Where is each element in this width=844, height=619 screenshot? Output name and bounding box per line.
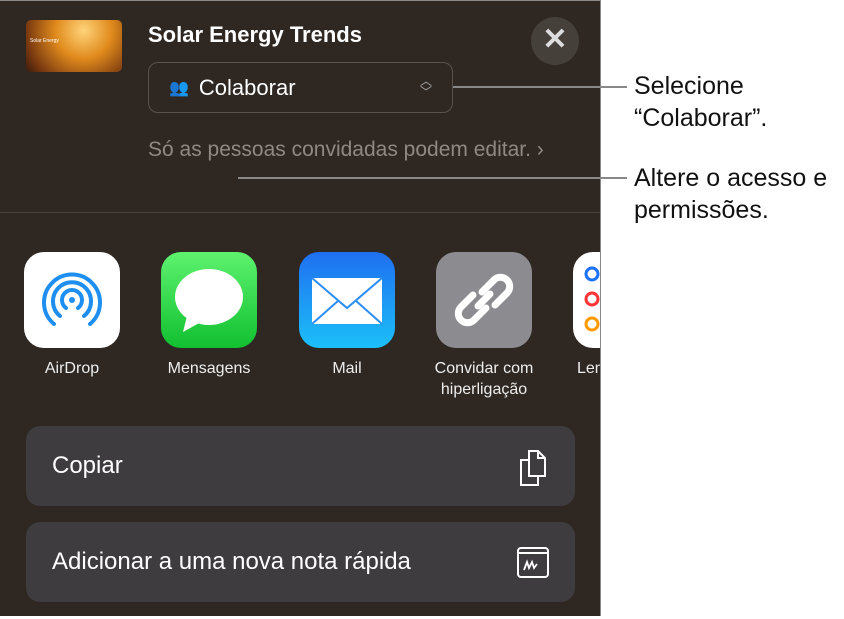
access-permissions-link[interactable]: Só as pessoas convidadas podem editar. › — [148, 135, 548, 165]
app-invite-link[interactable]: Convidar com hiperligação — [424, 252, 544, 400]
close-button[interactable]: ✕ — [531, 17, 579, 65]
callout-change-access: Altere o acesso e permissões. — [634, 164, 828, 224]
access-description: Só as pessoas convidadas podem editar. — [148, 138, 531, 161]
collaborate-select[interactable]: 👥 Colaborar ︿ ﹀ — [148, 62, 453, 113]
app-label: Mensagens — [167, 360, 251, 377]
thumbnail-text: Solar Energy — [30, 38, 59, 44]
callout-line — [453, 86, 627, 88]
document-thumbnail: Solar Energy — [26, 20, 122, 72]
share-sheet: Solar Energy Solar Energy Trends ✕ 👥 Col… — [0, 0, 601, 616]
link-icon — [436, 252, 532, 348]
app-label: Mail — [332, 360, 362, 377]
quick-note-icon — [517, 547, 549, 578]
quick-note-label: Adicionar a uma nova nota rápida — [52, 548, 411, 575]
mail-icon — [299, 252, 395, 348]
copy-label: Copiar — [52, 452, 123, 479]
app-messages[interactable]: Mensagens — [149, 252, 269, 379]
reminders-icon — [573, 252, 600, 348]
app-label: AirDrop — [44, 360, 100, 377]
copy-button[interactable]: Copiar — [26, 426, 575, 506]
chevron-up-down-icon: ︿ ﹀ — [419, 74, 432, 99]
callout-line — [238, 177, 627, 179]
app-airdrop[interactable]: AirDrop — [12, 252, 132, 379]
airdrop-icon — [24, 252, 120, 348]
document-title: Solar Energy Trends — [148, 22, 362, 47]
app-mail[interactable]: Mail — [287, 252, 407, 379]
xmark-icon: ✕ — [542, 23, 568, 56]
messages-icon — [161, 252, 257, 348]
chevron-right-icon: › — [536, 138, 544, 161]
copy-icon — [520, 450, 546, 486]
app-label: Convidar com hiperligação — [434, 360, 534, 398]
app-reminders[interactable]: Lembretes — [561, 252, 600, 379]
collaborate-select-value: Colaborar — [198, 74, 296, 100]
app-label: Lembretes — [577, 360, 600, 377]
divider — [0, 212, 600, 213]
app-row[interactable]: AirDrop Mensagens Mail Convidar com hipe… — [0, 252, 600, 402]
people-icon: 👥 — [169, 79, 189, 97]
quick-note-button[interactable]: Adicionar a uma nova nota rápida — [26, 522, 575, 602]
callout-select-collaborate: Selecione “Colaborar”. — [634, 72, 768, 132]
